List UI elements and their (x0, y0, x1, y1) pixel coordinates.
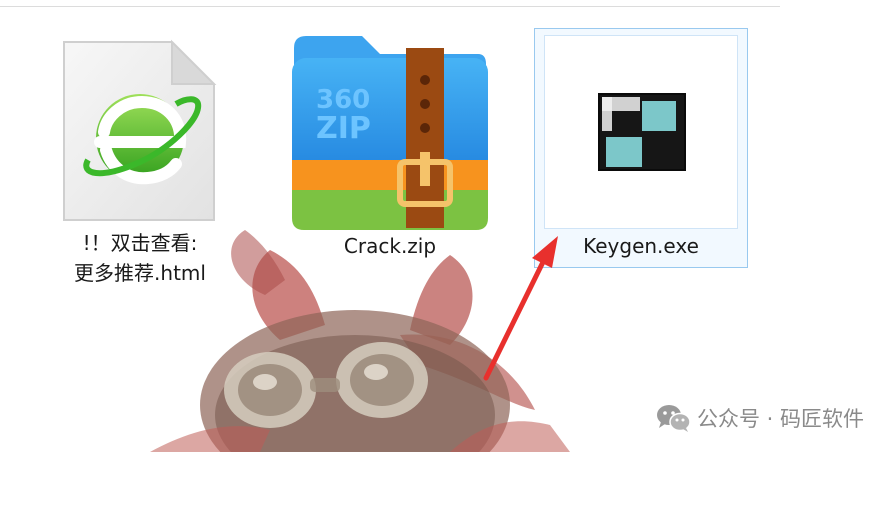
file-item-zip[interactable]: 360 ZIP Crack.zip (280, 28, 500, 268)
exe-application-icon (598, 93, 686, 171)
zip-archive-icon: 360 ZIP (292, 36, 488, 230)
file-label-line-2: 更多推荐.html (74, 261, 206, 285)
wechat-watermark: 公众号 · 码匠软件 (655, 401, 864, 435)
watermark-text: 公众号 · 码匠软件 (696, 407, 864, 431)
wechat-icon (656, 405, 691, 432)
file-label-line-1: !！双击查看: (82, 231, 198, 255)
file-explorer-view: !！双击查看: 更多推荐.html 360 ZIP Crack.zip Keyg… (0, 0, 890, 521)
zip-icon-type-text: ZIP (316, 111, 371, 146)
bottom-blank-area (0, 452, 890, 521)
red-arrow-annotation (483, 236, 558, 381)
file-item-html[interactable]: !！双击查看: 更多推荐.html (40, 28, 240, 308)
top-divider (0, 6, 780, 7)
html-document-icon (63, 39, 217, 221)
file-label-html: !！双击查看: 更多推荐.html (40, 228, 240, 288)
file-label-zip: Crack.zip (343, 234, 437, 258)
file-item-exe[interactable]: Keygen.exe (534, 28, 748, 268)
